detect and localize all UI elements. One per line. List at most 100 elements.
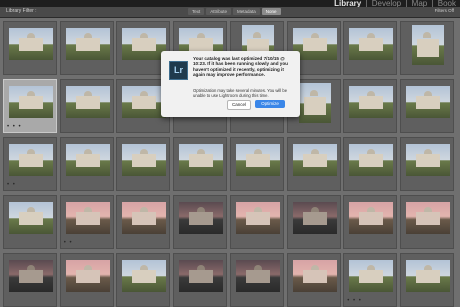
thumbnail-cell[interactable] xyxy=(59,79,114,133)
photo-thumbnail[interactable] xyxy=(349,202,394,234)
photo-thumbnail[interactable] xyxy=(405,86,450,118)
photo-thumbnail[interactable] xyxy=(122,260,167,292)
photo-thumbnail[interactable] xyxy=(122,144,167,176)
photo-thumbnail[interactable] xyxy=(122,28,167,60)
thumbnail-building xyxy=(19,212,43,225)
thumbnail-cell[interactable] xyxy=(399,79,454,133)
thumbnail-cell[interactable] xyxy=(343,195,398,249)
photo-thumbnail[interactable] xyxy=(65,202,110,234)
photo-thumbnail[interactable] xyxy=(65,28,110,60)
thumbnail-building xyxy=(415,270,440,283)
photo-thumbnail[interactable] xyxy=(9,28,53,60)
photo-thumbnail[interactable] xyxy=(349,144,394,176)
thumbnail-building xyxy=(132,96,157,109)
photo-thumbnail[interactable] xyxy=(349,86,394,118)
filter-tab-metadata[interactable]: Metadata xyxy=(233,8,260,15)
thumbnail-cell[interactable] xyxy=(286,137,341,191)
thumbnail-cell[interactable]: • • xyxy=(59,195,114,249)
photo-thumbnail[interactable] xyxy=(298,83,331,123)
library-filter-bar: Library Filter : Text Attribute Metadata… xyxy=(0,7,460,18)
thumbnail-building xyxy=(245,270,270,283)
thumbnail-cell[interactable] xyxy=(399,21,454,75)
photo-thumbnail[interactable] xyxy=(235,260,280,292)
photo-thumbnail[interactable] xyxy=(405,260,450,292)
thumbnail-cell[interactable]: • • • xyxy=(3,79,57,133)
photo-thumbnail[interactable] xyxy=(235,202,280,234)
thumbnail-dome xyxy=(422,32,431,38)
thumbnail-cell[interactable]: • • xyxy=(3,137,57,191)
thumbnail-cell[interactable] xyxy=(286,195,341,249)
filter-tabs: Text Attribute Metadata None xyxy=(188,8,281,15)
photo-thumbnail[interactable] xyxy=(179,202,224,234)
thumbnail-cell[interactable] xyxy=(229,195,284,249)
filter-tab-text[interactable]: Text xyxy=(188,8,205,15)
thumbnail-building xyxy=(359,154,384,167)
thumbnail-building xyxy=(302,270,327,283)
thumbnail-building xyxy=(19,38,43,51)
thumbnail-cell[interactable] xyxy=(116,195,171,249)
photo-thumbnail[interactable] xyxy=(235,144,280,176)
photo-thumbnail[interactable] xyxy=(349,28,394,60)
optimize-button[interactable]: Optimize xyxy=(255,100,285,108)
thumbnail-cell[interactable] xyxy=(3,195,57,249)
thumbnail-cell[interactable] xyxy=(343,137,398,191)
photo-thumbnail[interactable] xyxy=(9,144,53,176)
photo-thumbnail[interactable] xyxy=(65,260,110,292)
filter-tab-none[interactable]: None xyxy=(261,8,281,15)
thumbnail-building xyxy=(302,154,327,167)
thumbnail-building xyxy=(19,96,43,109)
thumbnail-building xyxy=(132,212,157,225)
thumbnail-cell[interactable] xyxy=(59,137,114,191)
thumbnail-building xyxy=(75,154,100,167)
rating-dots: • • xyxy=(63,240,73,246)
thumbnail-cell[interactable] xyxy=(173,195,228,249)
filter-presets[interactable]: Filters Off xyxy=(435,8,454,13)
thumbnail-building xyxy=(302,212,327,225)
thumbnail-building xyxy=(75,212,100,225)
thumbnail-building xyxy=(302,38,327,51)
thumbnail-building xyxy=(75,38,100,51)
photo-thumbnail[interactable] xyxy=(292,202,337,234)
cancel-button[interactable]: Cancel xyxy=(227,100,251,110)
thumbnail-building xyxy=(132,154,157,167)
thumbnail-building xyxy=(75,270,100,283)
thumbnail-building xyxy=(19,270,43,283)
thumbnail-cell[interactable] xyxy=(116,137,171,191)
thumbnail-building xyxy=(415,154,440,167)
photo-thumbnail[interactable] xyxy=(405,202,450,234)
dialog-message: Your catalog was last optimized 7/10/15 … xyxy=(193,56,288,78)
photo-thumbnail[interactable] xyxy=(122,86,167,118)
photo-thumbnail[interactable] xyxy=(65,86,110,118)
photo-thumbnail[interactable] xyxy=(292,260,337,292)
thumbnail-cell[interactable] xyxy=(229,137,284,191)
photo-thumbnail[interactable] xyxy=(179,260,224,292)
photo-thumbnail[interactable] xyxy=(9,86,53,118)
thumbnail-building xyxy=(359,96,384,109)
thumbnail-building xyxy=(189,270,214,283)
thumbnail-building xyxy=(189,38,214,51)
thumbnail-cell[interactable] xyxy=(399,195,454,249)
photo-thumbnail[interactable] xyxy=(9,260,53,292)
thumbnail-building xyxy=(189,212,214,225)
lightroom-app-icon: Lr xyxy=(169,61,188,80)
photo-thumbnail[interactable] xyxy=(122,202,167,234)
photo-thumbnail[interactable] xyxy=(179,144,224,176)
photo-thumbnail[interactable] xyxy=(292,144,337,176)
thumbnail-dome xyxy=(252,32,261,38)
photo-thumbnail[interactable] xyxy=(65,144,110,176)
photo-thumbnail[interactable] xyxy=(405,144,450,176)
thumbnail-cell[interactable] xyxy=(3,21,57,75)
thumbnail-building xyxy=(19,154,43,167)
top-bar: Library | Develop | Map | Book xyxy=(0,0,460,8)
thumbnail-cell[interactable] xyxy=(399,137,454,191)
thumbnail-cell[interactable] xyxy=(343,79,398,133)
thumbnail-building xyxy=(245,154,270,167)
optimize-catalog-dialog: Lr Your catalog was last optimized 7/10/… xyxy=(161,51,300,117)
photo-thumbnail[interactable] xyxy=(9,202,53,234)
photo-thumbnail[interactable] xyxy=(349,260,394,292)
thumbnail-cell[interactable] xyxy=(59,21,114,75)
photo-thumbnail[interactable] xyxy=(411,25,444,65)
thumbnail-cell[interactable] xyxy=(173,137,228,191)
filter-tab-attribute[interactable]: Attribute xyxy=(206,8,232,15)
thumbnail-cell[interactable] xyxy=(343,21,398,75)
